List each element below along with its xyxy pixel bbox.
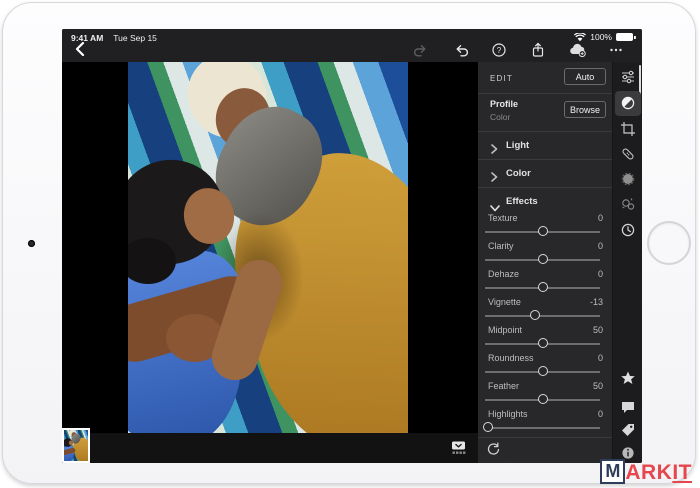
- slider-knob[interactable]: [483, 422, 493, 432]
- slider-track[interactable]: [485, 427, 600, 429]
- status-date: Tue Sep 15: [113, 33, 157, 43]
- share-button[interactable]: [530, 42, 546, 58]
- section-label: Effects: [506, 196, 538, 207]
- home-button[interactable]: [647, 221, 691, 265]
- undo-button[interactable]: [454, 42, 470, 58]
- slider-knob[interactable]: [538, 282, 548, 292]
- slider-value: 0: [598, 269, 603, 279]
- divider: [478, 159, 612, 160]
- filmstrip-bar: [62, 433, 478, 463]
- photo-canvas[interactable]: [62, 62, 478, 433]
- slider-track[interactable]: [485, 287, 600, 289]
- divider: [478, 437, 612, 438]
- battery-icon: [616, 33, 633, 41]
- thumbnail-art: [64, 430, 88, 461]
- slider-label: Vignette: [488, 297, 521, 307]
- cloud-sync-icon[interactable]: [569, 42, 585, 58]
- slider-value: -13: [590, 297, 603, 307]
- slider-knob[interactable]: [530, 310, 540, 320]
- slider-knob[interactable]: [538, 366, 548, 376]
- edit-tone-icon[interactable]: [620, 95, 636, 111]
- lightroom-app-screen: 9:41 AMTue Sep 15 100%: [62, 29, 642, 463]
- auto-button[interactable]: Auto: [564, 68, 606, 85]
- slider-value: 0: [598, 241, 603, 251]
- photo[interactable]: [128, 62, 408, 433]
- slider-knob[interactable]: [538, 338, 548, 348]
- watermark-it: IT: [672, 461, 692, 484]
- status-right: 100%: [574, 32, 633, 42]
- slider-label: Texture: [488, 213, 518, 223]
- edit-header: EDIT: [490, 74, 513, 83]
- top-bar: 9:41 AMTue Sep 15 100%: [62, 29, 642, 62]
- versions-clock-icon[interactable]: [620, 222, 636, 238]
- adjust-sliders-icon[interactable]: [620, 69, 636, 85]
- slider-track[interactable]: [485, 315, 600, 317]
- masking-icon[interactable]: [620, 171, 636, 187]
- reset-icon[interactable]: [486, 442, 501, 457]
- chevron-right-icon: [490, 169, 498, 177]
- chevron-right-icon: [490, 141, 498, 149]
- star-rating-icon[interactable]: [620, 370, 636, 386]
- section-light[interactable]: Light: [478, 133, 612, 159]
- markit-watermark: MARKIT: [600, 459, 692, 484]
- keyword-tag-icon[interactable]: [620, 422, 636, 438]
- browse-button[interactable]: Browse: [564, 101, 606, 118]
- slider-value: 0: [598, 213, 603, 223]
- slider-track[interactable]: [485, 231, 600, 233]
- edit-panel: EDIT Auto Profile Color Browse Light Col…: [478, 62, 612, 463]
- svg-text:?: ?: [497, 46, 502, 55]
- slider-track[interactable]: [485, 399, 600, 401]
- wifi-icon: [574, 33, 586, 42]
- slider-track[interactable]: [485, 259, 600, 261]
- section-label: Color: [506, 168, 531, 179]
- profile-value: Color: [490, 112, 510, 122]
- screenshot-stage: 9:41 AMTue Sep 15 100%: [0, 0, 700, 488]
- slider-label: Dehaze: [488, 269, 519, 279]
- slider-knob[interactable]: [538, 394, 548, 404]
- photo-art: [128, 62, 408, 433]
- section-effects[interactable]: Effects: [478, 189, 612, 215]
- watermark-ark: ARK: [625, 461, 672, 484]
- slider-value: 50: [593, 325, 603, 335]
- presets-icon[interactable]: [620, 196, 636, 212]
- slider-value: 50: [593, 381, 603, 391]
- help-button[interactable]: ?: [491, 42, 507, 58]
- comment-icon[interactable]: [620, 399, 636, 415]
- slider-label: Highlights: [488, 409, 528, 419]
- section-color[interactable]: Color: [478, 161, 612, 187]
- chevron-down-icon: [490, 199, 498, 207]
- crop-icon[interactable]: [620, 121, 636, 137]
- more-options-button[interactable]: [608, 42, 624, 58]
- watermark-logo-m: M: [600, 459, 625, 484]
- slider-track[interactable]: [485, 371, 600, 373]
- slider-label: Midpoint: [488, 325, 522, 335]
- filmstrip-thumbnail-selected[interactable]: [62, 428, 90, 463]
- divider: [478, 93, 612, 94]
- divider: [478, 131, 612, 132]
- slider-knob[interactable]: [538, 226, 548, 236]
- slider-label: Clarity: [488, 241, 514, 251]
- redo-button[interactable]: [412, 42, 428, 58]
- slider-value: 0: [598, 353, 603, 363]
- slider-label: Feather: [488, 381, 519, 391]
- ipad-device-frame: 9:41 AMTue Sep 15 100%: [2, 2, 696, 484]
- section-label: Light: [506, 140, 529, 151]
- back-button[interactable]: [74, 42, 88, 58]
- slider-label: Roundness: [488, 353, 534, 363]
- filmstrip-toggle-icon[interactable]: [450, 440, 468, 456]
- slider-value: 0: [598, 409, 603, 419]
- healing-brush-icon[interactable]: [620, 146, 636, 162]
- tool-rail: [612, 62, 642, 463]
- front-camera: [28, 240, 35, 247]
- slider-knob[interactable]: [538, 254, 548, 264]
- battery-percent: 100%: [590, 32, 612, 42]
- slider-track[interactable]: [485, 343, 600, 345]
- profile-label: Profile: [490, 99, 518, 109]
- divider: [478, 187, 612, 188]
